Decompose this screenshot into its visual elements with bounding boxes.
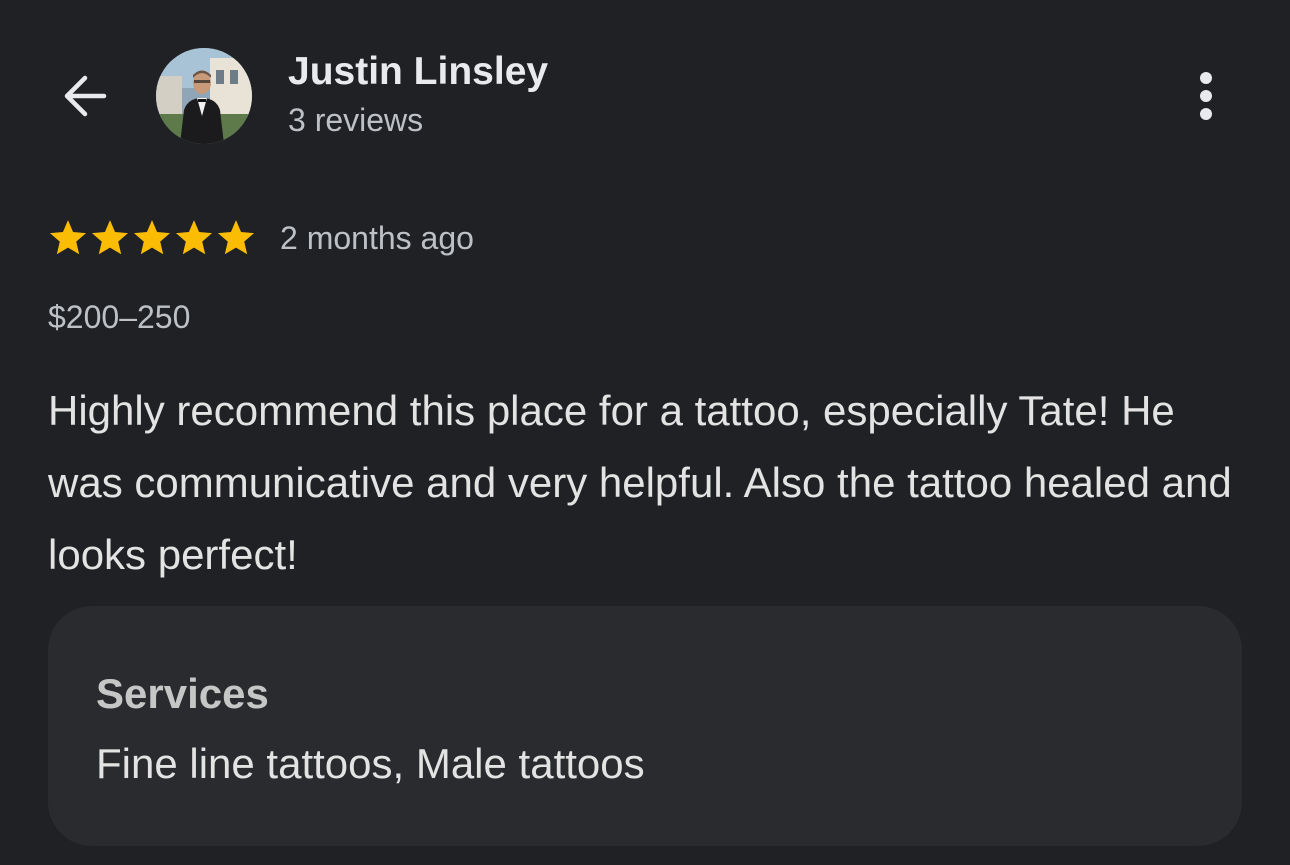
review-count[interactable]: 3 reviews bbox=[288, 102, 423, 139]
avatar-photo bbox=[156, 48, 252, 144]
star-icon bbox=[49, 220, 87, 255]
services-title: Services bbox=[96, 670, 269, 717]
more-vertical-icon bbox=[1200, 72, 1212, 120]
star-icon bbox=[217, 220, 255, 255]
services-list: Fine line tattoos, Male tattoos bbox=[96, 740, 645, 787]
star-icon bbox=[133, 220, 171, 255]
review-time: 2 months ago bbox=[280, 219, 474, 256]
reviewer-avatar[interactable] bbox=[156, 48, 252, 144]
back-button[interactable] bbox=[52, 66, 116, 126]
reviewer-name[interactable]: Justin Linsley bbox=[288, 50, 548, 94]
star-icon bbox=[175, 220, 213, 255]
more-options-button[interactable] bbox=[1176, 62, 1236, 130]
star-icon bbox=[91, 220, 129, 255]
review-detail-screen: Justin Linsley 3 reviews 2 months ago $2… bbox=[0, 0, 1290, 865]
star-rating bbox=[47, 217, 257, 259]
price-range: $200–250 bbox=[48, 299, 191, 335]
review-text: Highly recommend this place for a tattoo… bbox=[48, 387, 1232, 578]
services-card: Services Fine line tattoos, Male tattoos bbox=[48, 606, 1242, 846]
arrow-back-icon bbox=[64, 75, 107, 117]
rating-row: 2 months ago bbox=[47, 214, 474, 262]
